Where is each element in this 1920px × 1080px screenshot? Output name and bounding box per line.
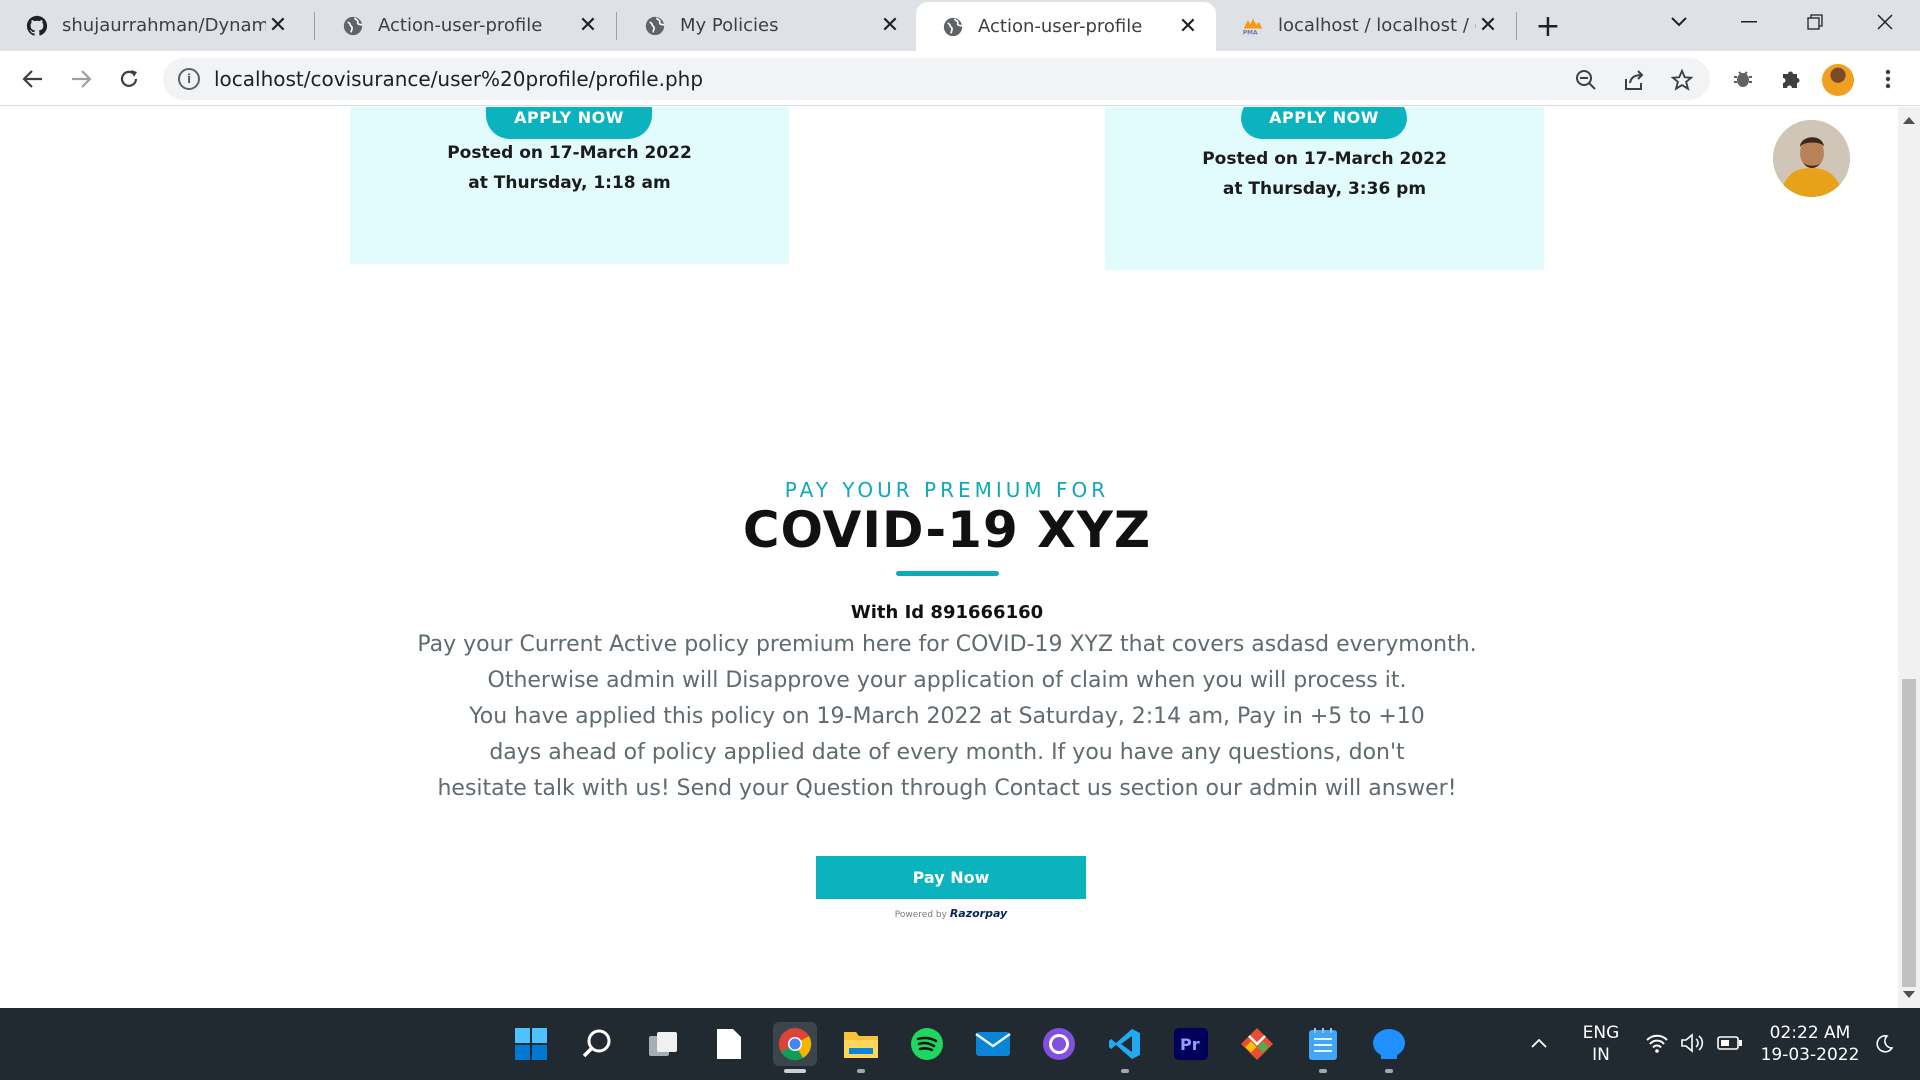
page-scrollbar[interactable] [1898, 107, 1920, 1008]
policy-card: APPLY NOW Posted on 17-March 2022 at Thu… [1105, 107, 1544, 270]
pay-now-button[interactable]: Pay Now [816, 856, 1086, 899]
phpmyadmin-icon: PMA [1242, 15, 1264, 37]
vscode-icon[interactable] [1103, 1022, 1147, 1073]
razorpay-badge: Powered by Razorpay [816, 907, 1086, 920]
close-tab-icon[interactable]: ✕ [1476, 13, 1500, 38]
premiere-pro-icon[interactable]: Pr [1169, 1022, 1213, 1066]
region-code: IN [1592, 1045, 1610, 1065]
minimize-icon[interactable] [1716, 0, 1782, 44]
user-profile-picture[interactable] [1773, 120, 1850, 197]
bug-extension-icon[interactable] [1729, 65, 1757, 93]
share-icon[interactable] [1621, 67, 1647, 93]
url-text[interactable]: localhost/covisurance/user%20profile/pro… [214, 67, 703, 91]
focus-moon-icon[interactable] [1874, 1034, 1894, 1058]
description-line: hesitate talk with us! Send your Questio… [437, 776, 1457, 801]
description-line: Pay your Current Active policy premium h… [417, 632, 1477, 657]
close-tab-icon[interactable]: ✕ [878, 13, 902, 38]
back-arrow-icon[interactable] [15, 61, 51, 97]
volume-icon[interactable] [1680, 1033, 1706, 1057]
description-line: Otherwise admin will Disapprove your app… [487, 668, 1407, 693]
reload-icon[interactable] [111, 61, 147, 97]
svg-text:Pr: Pr [1180, 1035, 1200, 1054]
close-tab-icon[interactable]: ✕ [266, 13, 290, 38]
tab-bar: shujaurrahman/Dynamic-I ✕ Action-user-pr… [0, 0, 1920, 51]
clock-date: 19-03-2022 [1760, 1045, 1860, 1065]
address-bar[interactable]: i localhost/covisurance/user%20profile/p… [163, 58, 1710, 100]
chrome-icon[interactable] [773, 1022, 817, 1073]
app-icon[interactable] [1367, 1022, 1411, 1073]
scroll-up-arrow-icon[interactable] [1903, 117, 1915, 124]
svg-text:PMA: PMA [1243, 30, 1258, 36]
profile-avatar[interactable] [1822, 64, 1854, 96]
posted-time: at Thursday, 3:36 pm [1222, 179, 1427, 199]
scrollbar-thumb[interactable] [1902, 679, 1916, 987]
clock-time: 02:22 AM [1769, 1023, 1851, 1043]
apply-now-button[interactable]: APPLY NOW [486, 107, 652, 139]
globe-icon [942, 16, 964, 38]
globe-icon [644, 15, 666, 37]
tab-action-user-profile-1[interactable]: Action-user-profile ✕ [316, 0, 616, 51]
file-icon[interactable] [707, 1022, 751, 1066]
github-icon [26, 15, 48, 37]
search-icon[interactable] [575, 1022, 619, 1066]
tray-overflow-chevron-icon[interactable] [1530, 1034, 1548, 1053]
policy-id: With Id 891666160 [850, 602, 1044, 623]
close-window-icon[interactable] [1852, 0, 1918, 44]
forward-arrow-icon[interactable] [63, 61, 99, 97]
policy-card: APPLY NOW Posted on 17-March 2022 at Thu… [350, 107, 789, 264]
input-language[interactable]: ENG IN [1578, 1022, 1624, 1066]
mail-icon[interactable] [971, 1022, 1015, 1066]
section-kicker: PAY YOUR PREMIUM FOR [784, 478, 1110, 502]
github-desktop-icon[interactable] [1037, 1022, 1081, 1066]
wifi-icon[interactable] [1645, 1033, 1669, 1057]
apply-now-button[interactable]: APPLY NOW [1241, 107, 1407, 139]
tab-phpmyadmin[interactable]: PMA localhost / localhost / cov ✕ [1216, 0, 1516, 51]
scroll-down-arrow-icon[interactable] [1903, 991, 1915, 998]
new-tab-button[interactable]: + [1530, 8, 1566, 44]
site-info-icon[interactable]: i [178, 68, 200, 90]
bookmark-star-icon[interactable] [1669, 67, 1695, 93]
notepad-icon[interactable] [1301, 1022, 1345, 1073]
tab-github[interactable]: shujaurrahman/Dynamic-I ✕ [0, 0, 306, 51]
tab-search-icon[interactable] [1646, 0, 1712, 44]
tab-title: Action-user-profile [378, 15, 543, 36]
close-tab-icon[interactable]: ✕ [1176, 14, 1200, 39]
tab-title: My Policies [680, 15, 779, 36]
posted-date: Posted on 17-March 2022 [447, 143, 692, 163]
system-clock[interactable]: 02:22 AM 19-03-2022 [1755, 1022, 1865, 1066]
tab-title: Action-user-profile [978, 16, 1143, 37]
tab-title: localhost / localhost / cov [1278, 15, 1476, 36]
language-code: ENG [1582, 1023, 1620, 1043]
title-underline [896, 571, 999, 576]
close-tab-icon[interactable]: ✕ [576, 13, 600, 38]
browser-toolbar: i localhost/covisurance/user%20profile/p… [0, 51, 1920, 106]
zoom-icon[interactable] [1573, 67, 1599, 93]
task-view-icon[interactable] [641, 1022, 685, 1066]
page-viewport: APPLY NOW Posted on 17-March 2022 at Thu… [0, 107, 1898, 1008]
windows-start-icon[interactable] [509, 1022, 553, 1066]
globe-icon [342, 15, 364, 37]
description-line: days ahead of policy applied date of eve… [489, 740, 1405, 765]
git-icon[interactable] [1235, 1022, 1279, 1066]
policy-title: COVID-19 XYZ [742, 501, 1152, 559]
file-explorer-icon[interactable] [839, 1022, 883, 1073]
menu-kebab-icon[interactable] [1874, 65, 1902, 93]
posted-date: Posted on 17-March 2022 [1202, 149, 1447, 169]
policy-description: Pay your Current Active policy premium h… [400, 627, 1494, 807]
extensions-puzzle-icon[interactable] [1777, 65, 1805, 93]
spotify-icon[interactable] [905, 1022, 949, 1066]
restore-icon[interactable] [1782, 0, 1848, 44]
windows-taskbar: Pr ENG IN 02:22 AM 19-03-2022 [0, 1008, 1920, 1080]
tab-my-policies[interactable]: My Policies ✕ [618, 0, 918, 51]
tab-action-user-profile-active[interactable]: Action-user-profile ✕ [916, 2, 1216, 51]
battery-icon[interactable] [1717, 1035, 1743, 1055]
description-line: You have applied this policy on 19-March… [469, 704, 1425, 729]
tab-title: shujaurrahman/Dynamic-I [62, 15, 266, 36]
razorpay-logo: Razorpay [949, 907, 1008, 920]
powered-by-text: Powered by [894, 910, 947, 920]
posted-time: at Thursday, 1:18 am [468, 173, 671, 193]
